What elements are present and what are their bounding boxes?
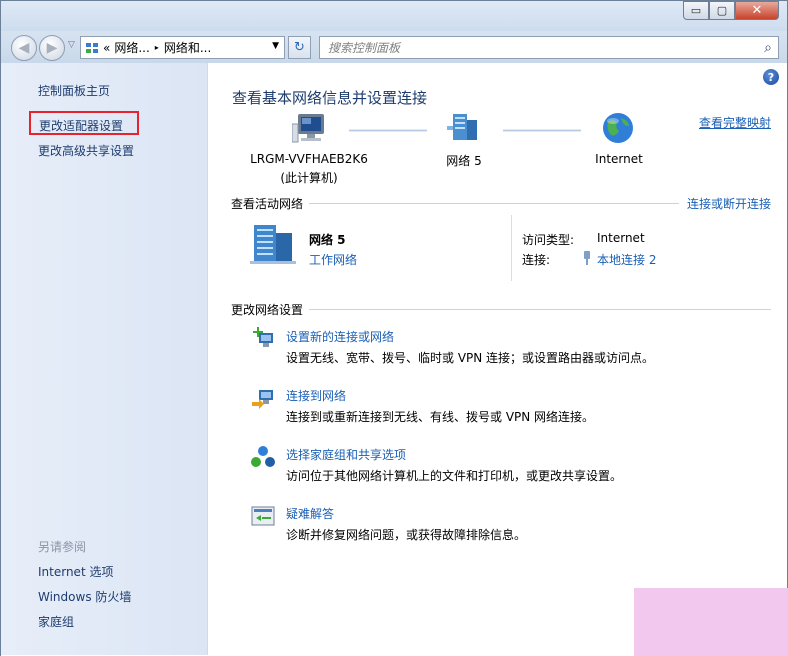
address-chevrons[interactable]: «	[103, 41, 110, 55]
task-desc-troubleshoot: 诊断并修复网络问题，或获得故障排除信息。	[286, 528, 527, 542]
map-node-internet: Internet	[595, 152, 643, 166]
address-dropdown-icon[interactable]: ▼	[272, 41, 279, 51]
active-networks-heading: 查看活动网络	[231, 197, 304, 211]
map-connector-line	[349, 129, 427, 132]
active-network-name: 网络 5	[309, 233, 346, 247]
forward-arrow-icon: ▶	[46, 40, 58, 56]
close-button[interactable]: ✕	[735, 1, 779, 20]
sidebar-link-advanced-sharing[interactable]: 更改高级共享设置	[38, 142, 134, 159]
task-link-troubleshoot[interactable]: 疑难解答	[286, 505, 334, 522]
title-bar: ▭ ▢ ✕	[1, 1, 787, 31]
task-desc-homegroup-sharing: 访问位于其他网络计算机上的文件和打印机，或更改共享设置。	[286, 469, 623, 483]
maximize-icon: ▢	[716, 4, 728, 17]
refresh-button[interactable]: ↻	[288, 36, 311, 59]
network-icon	[447, 114, 477, 140]
network-type-link[interactable]: 工作网络	[309, 251, 357, 268]
network-folder-icon	[86, 42, 98, 53]
see-full-map-link[interactable]: 查看完整映射	[699, 114, 771, 131]
computer-name: LRGM-VVFHAEB2K6	[250, 152, 368, 166]
internet-globe-icon	[603, 113, 633, 143]
sidebar: 控制面板主页 更改适配器设置 更改高级共享设置 另请参阅 Internet 选项…	[1, 63, 208, 655]
access-type-label: 访问类型:	[522, 233, 575, 247]
forward-button[interactable]: ▶	[39, 35, 65, 61]
content-area: 控制面板主页 更改适配器设置 更改高级共享设置 另请参阅 Internet 选项…	[1, 63, 787, 656]
section-divider	[309, 203, 679, 204]
breadcrumb-separator-icon[interactable]: ▸	[155, 43, 159, 52]
sidebar-link-change-adapter-settings[interactable]: 更改适配器设置	[29, 111, 139, 135]
help-icon[interactable]: ?	[763, 69, 779, 85]
computer-icon	[292, 114, 324, 143]
work-network-icon	[250, 225, 296, 264]
minimize-icon: ▭	[690, 4, 702, 17]
vertical-divider	[511, 215, 512, 281]
task-link-homegroup-sharing[interactable]: 选择家庭组和共享选项	[286, 446, 406, 463]
sidebar-link-internet-options[interactable]: Internet 选项	[38, 563, 113, 580]
navigation-bar: ◀ ▶ ▽ « 网络... ▸ 网络和... ▼ ↻ 搜索控制面板 ⌕	[1, 31, 787, 63]
sidebar-link-control-panel-home[interactable]: 控制面板主页	[38, 82, 110, 99]
see-also-heading: 另请参阅	[38, 540, 87, 554]
change-settings-heading: 更改网络设置	[231, 303, 304, 317]
task-desc-connect-network: 连接到或重新连接到无线、有线、拨号或 VPN 网络连接。	[286, 410, 595, 424]
new-connection-icon	[253, 327, 273, 347]
network-sharing-center-window: ▭ ▢ ✕ ◀ ▶ ▽ « 网络... ▸ 网络和... ▼ ↻ 搜索控制面板 …	[0, 0, 788, 656]
refresh-icon: ↻	[294, 40, 305, 55]
search-box[interactable]: 搜索控制面板 ⌕	[319, 36, 779, 59]
address-bar[interactable]: « 网络... ▸ 网络和... ▼	[80, 36, 285, 59]
map-connector-line	[503, 129, 581, 132]
task-link-setup-connection[interactable]: 设置新的连接或网络	[286, 328, 394, 345]
map-node-computer: LRGM-VVFHAEB2K6 (此计算机)	[235, 152, 383, 186]
connect-disconnect-link[interactable]: 连接或断开连接	[687, 195, 771, 212]
minimize-button[interactable]: ▭	[683, 1, 709, 20]
maximize-button[interactable]: ▢	[709, 1, 735, 20]
search-icon[interactable]: ⌕	[764, 40, 772, 56]
caption-buttons: ▭ ▢ ✕	[683, 1, 779, 20]
sidebar-link-windows-firewall[interactable]: Windows 防火墙	[38, 588, 131, 605]
recent-pages-dropdown[interactable]: ▽	[68, 40, 75, 50]
back-button[interactable]: ◀	[11, 35, 37, 61]
troubleshoot-icon	[251, 506, 275, 526]
main-panel: ? 查看基本网络信息并设置连接 查看完整映射 LRGM-VVFHAEB2K6 (…	[209, 63, 787, 655]
computer-sub-label: (此计算机)	[280, 171, 338, 185]
ethernet-plug-icon	[584, 251, 590, 265]
back-arrow-icon: ◀	[18, 40, 30, 56]
local-connection-link[interactable]: 本地连接 2	[597, 251, 656, 268]
connect-network-icon	[252, 390, 273, 409]
task-desc-setup-connection: 设置无线、宽带、拨号、临时或 VPN 连接；或设置路由器或访问点。	[286, 351, 655, 365]
pink-overlay-block	[634, 588, 788, 656]
section-divider	[309, 309, 771, 310]
connections-label: 连接:	[522, 253, 551, 267]
breadcrumb-network-and[interactable]: 网络和...	[164, 39, 211, 56]
task-link-connect-network[interactable]: 连接到网络	[286, 387, 346, 404]
breadcrumb-network[interactable]: 网络...	[114, 39, 149, 56]
homegroup-icon	[251, 446, 275, 467]
map-node-network: 网络 5	[446, 154, 482, 168]
close-icon: ✕	[751, 3, 763, 18]
page-title: 查看基本网络信息并设置连接	[232, 89, 428, 107]
access-type-value: Internet	[597, 231, 645, 245]
sidebar-link-homegroup[interactable]: 家庭组	[38, 613, 74, 630]
search-placeholder: 搜索控制面板	[328, 41, 401, 55]
